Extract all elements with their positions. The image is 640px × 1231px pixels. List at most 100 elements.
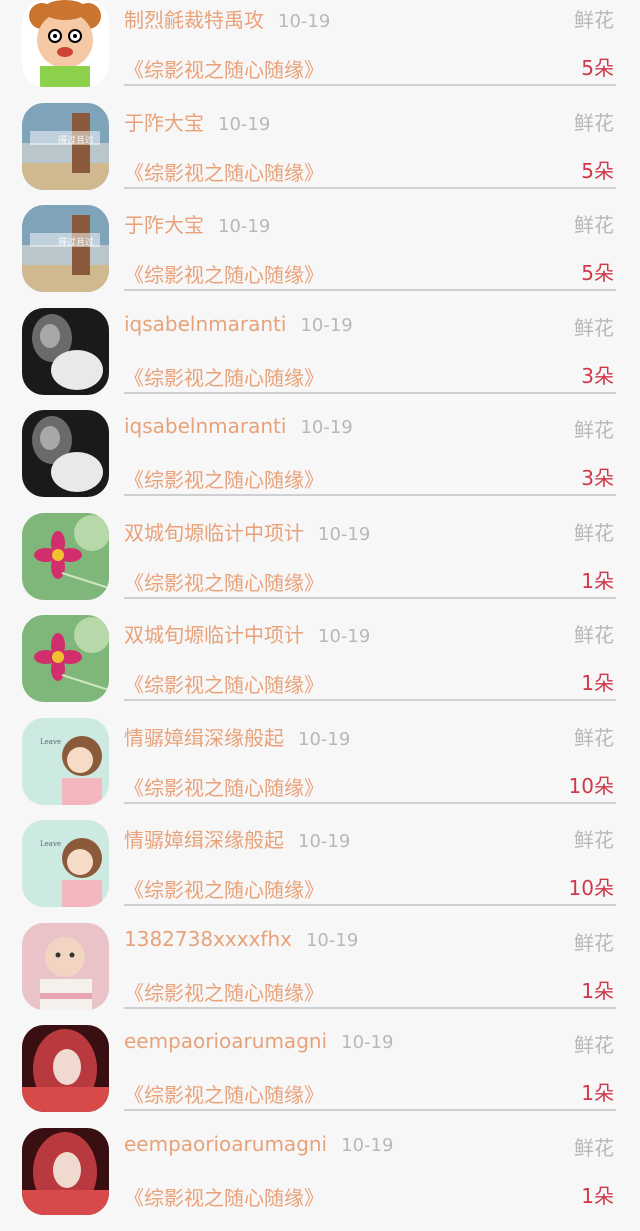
date: 10-19 [300,417,353,438]
username-text: 情骣嫜缉深缘般起 [124,828,284,852]
list-item[interactable]: iqsabelnmaranti 10-19 鲜花 《综影视之随心随缘》 3朵 [0,308,640,411]
divider [124,904,616,906]
list-item[interactable]: eempaorioarumagni 10-19 鲜花 《综影视之随心随缘》 1朵 [0,1128,640,1231]
divider [124,802,616,804]
date: 10-19 [278,11,331,32]
username: 于阼大宝 10-19 [124,107,270,136]
list-item[interactable]: eempaorioarumagni 10-19 鲜花 《综影视之随心随缘》 1朵 [0,1025,640,1128]
book-title[interactable]: 《综影视之随心随缘》 [124,259,324,288]
book-title[interactable]: 《综影视之随心随缘》 [124,1079,324,1108]
date: 10-19 [305,930,359,951]
book-title[interactable]: 《综影视之随心随缘》 [124,567,324,596]
list-item[interactable]: Leave 情骣嫜缉深缘般起 10-19 鲜花 《综影视之随心随缘》 10朵 [0,718,640,821]
list-item[interactable]: 得过且过 于阼大宝 10-19 鲜花 《综影视之随心随缘》 5朵 [0,205,640,308]
username-text: 于阼大宝 [124,111,204,135]
book-title[interactable]: 《综影视之随心随缘》 [124,874,324,903]
book-title[interactable]: 《综影视之随心随缘》 [124,362,324,391]
gift-count: 1朵 [581,671,614,695]
username: 制烈毹裁特禹攻 10-19 [124,4,330,33]
book-title[interactable]: 《综影视之随心随缘》 [124,669,324,698]
username-text: 制烈毹裁特禹攻 [124,8,264,32]
username: eempaorioarumagni 10-19 [124,1132,393,1156]
username-text: 双城旬塬临计中项计 [124,521,304,545]
pink-flower-avatar[interactable] [22,615,109,702]
date: 10-19 [341,1032,394,1053]
date: 10-19 [318,626,371,647]
gift-type: 鲜花 [574,828,614,852]
gift-count: 1朵 [581,1184,614,1208]
gift-count: 3朵 [581,364,614,388]
svg-text:Leave: Leave [40,738,61,746]
username: 于阼大宝 10-19 [124,209,270,238]
gift-count: 1朵 [581,1081,614,1105]
book-title[interactable]: 《综影视之随心随缘》 [124,1182,324,1211]
list-item[interactable]: 1382738xxxxfhx 10-19 鲜花 《综影视之随心随缘》 1朵 [0,923,640,1026]
divider [124,84,616,86]
bw-portrait-avatar[interactable] [22,410,109,497]
divider [124,1109,616,1111]
gift-type: 鲜花 [574,623,614,647]
username: eempaorioarumagni 10-19 [124,1029,393,1053]
beach-photo-avatar[interactable]: 得过且过 [22,103,109,190]
divider [124,392,616,394]
bw-portrait-avatar[interactable] [22,308,109,395]
red-hair-girl-avatar[interactable] [22,1025,109,1112]
svg-text:得过且过: 得过且过 [58,236,94,248]
username-text: 1382738xxxxfhx [124,927,292,951]
date: 10-19 [298,831,351,852]
cartoon-face-avatar[interactable] [22,0,109,87]
gift-count: 1朵 [581,569,614,593]
list-item[interactable]: 双城旬塬临计中项计 10-19 鲜花 《综影视之随心随缘》 1朵 [0,615,640,718]
gift-count: 5朵 [581,56,614,80]
divider [124,597,616,599]
book-title[interactable]: 《综影视之随心随缘》 [124,977,324,1006]
gift-count: 10朵 [568,876,614,900]
date: 10-19 [300,315,353,336]
baby-photo-avatar[interactable] [22,923,109,1010]
gift-count: 5朵 [581,261,614,285]
illustrated-girl-avatar[interactable]: Leave [22,820,109,907]
illustrated-girl-avatar[interactable]: Leave [22,718,109,805]
gift-type: 鲜花 [574,316,614,340]
username: iqsabelnmaranti 10-19 [124,312,353,336]
gift-count: 10朵 [568,774,614,798]
gift-type: 鲜花 [574,1033,614,1057]
book-title[interactable]: 《综影视之随心随缘》 [124,464,324,493]
list-item[interactable]: 双城旬塬临计中项计 10-19 鲜花 《综影视之随心随缘》 1朵 [0,513,640,616]
username: iqsabelnmaranti 10-19 [124,414,353,438]
beach-photo-avatar[interactable]: 得过且过 [22,205,109,292]
red-hair-girl-avatar[interactable] [22,1128,109,1215]
list-item[interactable]: 制烈毹裁特禹攻 10-19 鲜花 《综影视之随心随缘》 5朵 [0,0,640,103]
gift-record-list: 制烈毹裁特禹攻 10-19 鲜花 《综影视之随心随缘》 5朵 得过且过 于阼大宝 1… [0,0,640,1215]
svg-text:Leave: Leave [40,840,61,848]
gift-type: 鲜花 [574,8,614,32]
username: 1382738xxxxfhx 10-19 [124,927,358,951]
date: 10-19 [318,524,371,545]
divider [124,1007,616,1009]
username-text: 双城旬塬临计中项计 [124,623,304,647]
book-title[interactable]: 《综影视之随心随缘》 [124,157,324,186]
divider [124,699,616,701]
list-item[interactable]: Leave 情骣嫜缉深缘般起 10-19 鲜花 《综影视之随心随缘》 10朵 [0,820,640,923]
list-item[interactable]: 得过且过 于阼大宝 10-19 鲜花 《综影视之随心随缘》 5朵 [0,103,640,206]
svg-text:得过且过: 得过且过 [58,134,94,146]
date: 10-19 [218,114,271,135]
book-title[interactable]: 《综影视之随心随缘》 [124,54,324,83]
gift-type: 鲜花 [574,111,614,135]
gift-count: 5朵 [581,159,614,183]
username-text: 于阼大宝 [124,213,204,237]
gift-type: 鲜花 [574,726,614,750]
divider [124,187,616,189]
username: 情骣嫜缉深缘般起 10-19 [124,722,350,751]
gift-type: 鲜花 [574,213,614,237]
divider [124,494,616,496]
date: 10-19 [298,729,351,750]
username: 双城旬塬临计中项计 10-19 [124,517,370,546]
pink-flower-avatar[interactable] [22,513,109,600]
username-text: eempaorioarumagni [124,1029,328,1053]
book-title[interactable]: 《综影视之随心随缘》 [124,772,324,801]
list-item[interactable]: iqsabelnmaranti 10-19 鲜花 《综影视之随心随缘》 3朵 [0,410,640,513]
gift-type: 鲜花 [574,931,614,955]
username-text: eempaorioarumagni [124,1132,328,1156]
username: 情骣嫜缉深缘般起 10-19 [124,824,350,853]
